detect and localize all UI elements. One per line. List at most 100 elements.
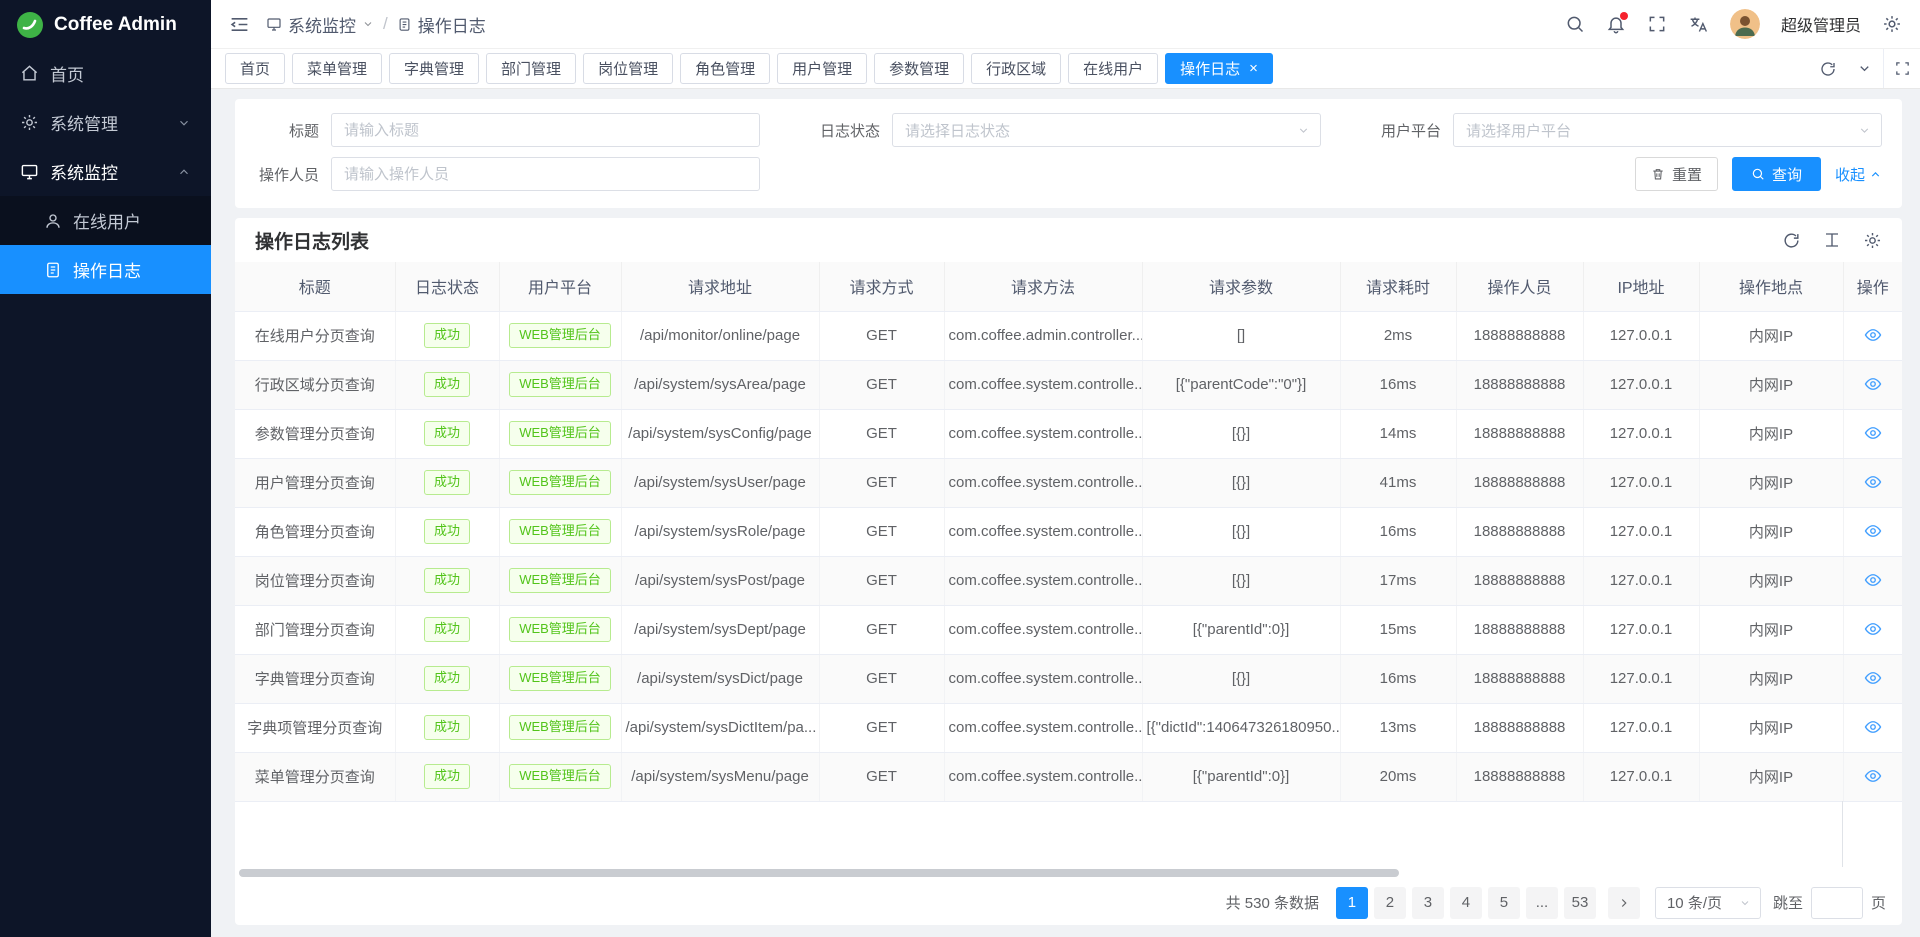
app-title: Coffee Admin — [54, 14, 177, 36]
sidebar-collapse-icon[interactable] — [229, 14, 250, 35]
platform-badge: WEB管理后台 — [509, 617, 611, 642]
sidebar-item-online-users[interactable]: 在线用户 — [0, 196, 211, 245]
page-button-5[interactable]: 5 — [1488, 887, 1520, 919]
sidebar-item-system-management[interactable]: 系统管理 — [0, 98, 211, 147]
cell-title: 字典管理分页查询 — [235, 654, 395, 703]
sidebar-item-label: 在线用户 — [73, 208, 141, 233]
cell-request-type: GET — [819, 654, 944, 703]
column-settings-gear-icon[interactable] — [1863, 231, 1882, 250]
search-icon[interactable] — [1565, 14, 1585, 34]
tab-item-0[interactable]: 首页 — [225, 53, 285, 84]
row-density-icon[interactable] — [1823, 231, 1841, 249]
view-detail-eye-icon[interactable] — [1862, 324, 1884, 346]
tab-close-icon[interactable]: × — [1249, 61, 1258, 76]
notification-badge — [1620, 12, 1628, 20]
platform-badge: WEB管理后台 — [509, 715, 611, 740]
log-status-select[interactable]: 请选择日志状态 — [892, 113, 1321, 147]
cell-log-status: 成功 — [395, 654, 499, 703]
platform-badge: WEB管理后台 — [509, 372, 611, 397]
tab-item-6[interactable]: 用户管理 — [777, 53, 867, 84]
current-user-name[interactable]: 超级管理员 — [1781, 12, 1861, 36]
cell-ip: 127.0.0.1 — [1583, 360, 1699, 409]
view-detail-eye-icon[interactable] — [1862, 667, 1884, 689]
tab-item-7[interactable]: 参数管理 — [874, 53, 964, 84]
page-size-select[interactable]: 10 条/页 — [1655, 887, 1761, 919]
tab-item-4[interactable]: 岗位管理 — [583, 53, 673, 84]
table-row: 部门管理分页查询成功WEB管理后台/api/system/sysDept/pag… — [235, 605, 1902, 654]
logo-icon — [16, 11, 44, 39]
tab-bar: 首页菜单管理字典管理部门管理岗位管理角色管理用户管理参数管理 行政区域 在线用户操作… — [211, 49, 1920, 89]
cell-user-platform: WEB管理后台 — [499, 507, 621, 556]
refresh-icon[interactable] — [1809, 49, 1846, 88]
translate-icon[interactable] — [1688, 14, 1709, 35]
settings-gear-icon[interactable] — [1882, 14, 1902, 34]
view-detail-eye-icon[interactable] — [1862, 569, 1884, 591]
view-detail-eye-icon[interactable] — [1862, 422, 1884, 444]
tab-label: 行政区域 — [986, 58, 1046, 79]
user-platform-select[interactable]: 请选择用户平台 — [1453, 113, 1882, 147]
page-ellipsis[interactable]: ... — [1526, 887, 1558, 919]
tab-item-2[interactable]: 字典管理 — [389, 53, 479, 84]
page-button-3[interactable]: 3 — [1412, 887, 1444, 919]
chevron-down-icon[interactable] — [1846, 49, 1883, 88]
tab-item-8[interactable]: 行政区域 — [971, 53, 1061, 84]
table-row: 行政区域分页查询成功WEB管理后台/api/system/sysArea/pag… — [235, 360, 1902, 409]
page-button-53[interactable]: 53 — [1564, 887, 1596, 919]
cell-duration: 2ms — [1340, 311, 1456, 360]
collapse-filter-button[interactable]: 收起 — [1835, 164, 1882, 185]
content-fullscreen-icon[interactable] — [1883, 49, 1920, 88]
top-header: 系统监控 / 操作日志 — [211, 0, 1920, 49]
page-button-1[interactable]: 1 — [1336, 887, 1368, 919]
home-icon — [20, 64, 39, 83]
view-detail-eye-icon[interactable] — [1862, 618, 1884, 640]
cell-operator: 18888888888 — [1456, 752, 1583, 801]
view-detail-eye-icon[interactable] — [1862, 765, 1884, 787]
cell-actions — [1843, 703, 1902, 752]
tab-item-5[interactable]: 角色管理 — [680, 53, 770, 84]
platform-badge: WEB管理后台 — [509, 519, 611, 544]
column-header-request-params: 请求参数 — [1142, 262, 1340, 311]
cell-duration: 15ms — [1340, 605, 1456, 654]
notification-bell-icon[interactable] — [1606, 14, 1626, 34]
monitor-icon — [266, 16, 282, 32]
operator-input[interactable] — [331, 157, 760, 191]
sidebar-item-system-monitor[interactable]: 系统监控 — [0, 147, 211, 196]
reset-button[interactable]: 重置 — [1635, 157, 1718, 191]
cell-location: 内网IP — [1699, 752, 1843, 801]
table-row: 角色管理分页查询成功WEB管理后台/api/system/sysRole/pag… — [235, 507, 1902, 556]
refresh-icon[interactable] — [1782, 231, 1801, 250]
user-icon — [44, 212, 62, 230]
app-logo[interactable]: Coffee Admin — [0, 0, 211, 49]
tab-item-3[interactable]: 部门管理 — [486, 53, 576, 84]
view-detail-eye-icon[interactable] — [1862, 471, 1884, 493]
title-input[interactable] — [331, 113, 760, 147]
page-size-value: 10 条/页 — [1667, 892, 1722, 913]
page-button-4[interactable]: 4 — [1450, 887, 1482, 919]
cell-request-type: GET — [819, 752, 944, 801]
breadcrumb-item-monitor[interactable]: 系统监控 — [266, 12, 374, 37]
table-row: 参数管理分页查询成功WEB管理后台/api/system/sysConfig/p… — [235, 409, 1902, 458]
view-detail-eye-icon[interactable] — [1862, 373, 1884, 395]
user-avatar[interactable] — [1730, 9, 1760, 39]
tab-item-10[interactable]: 操作日志× — [1165, 53, 1273, 84]
tab-item-9[interactable]: 在线用户 — [1068, 53, 1158, 84]
pagination-total: 共 530 条数据 — [1226, 892, 1319, 913]
search-button[interactable]: 查询 — [1732, 157, 1821, 191]
cell-location: 内网IP — [1699, 556, 1843, 605]
sidebar-item-home[interactable]: 首页 — [0, 49, 211, 98]
cell-log-status: 成功 — [395, 556, 499, 605]
cell-ip: 127.0.0.1 — [1583, 311, 1699, 360]
table-row: 字典管理分页查询成功WEB管理后台/api/system/sysDict/pag… — [235, 654, 1902, 703]
next-page-button[interactable] — [1608, 887, 1640, 919]
view-detail-eye-icon[interactable] — [1862, 716, 1884, 738]
jump-page-input[interactable] — [1811, 887, 1863, 919]
sidebar-item-operation-log[interactable]: 操作日志 — [0, 245, 211, 294]
view-detail-eye-icon[interactable] — [1862, 520, 1884, 542]
cell-request-params: [] — [1142, 311, 1340, 360]
cell-actions — [1843, 311, 1902, 360]
fullscreen-icon[interactable] — [1647, 14, 1667, 34]
horizontal-scrollbar-thumb[interactable] — [239, 869, 1399, 877]
column-header-operator: 操作人员 — [1456, 262, 1583, 311]
tab-item-1[interactable]: 菜单管理 — [292, 53, 382, 84]
page-button-2[interactable]: 2 — [1374, 887, 1406, 919]
